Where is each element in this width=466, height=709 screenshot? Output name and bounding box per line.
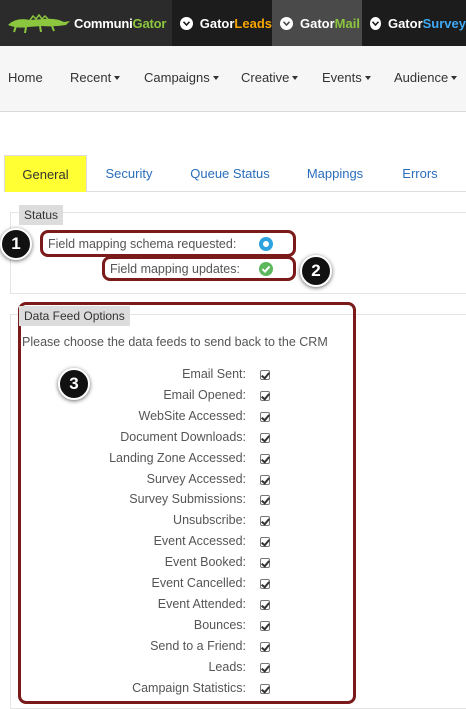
data-feed-label: Bounces: — [193, 618, 246, 632]
product-gatorsurvey[interactable]: Gator Survey — [362, 0, 466, 46]
communigator-logo[interactable]: CommuniGator — [0, 0, 172, 46]
nav-label: Events — [322, 70, 362, 85]
main-nav: Home Recent Campaigns Creative Events Au… — [0, 46, 466, 112]
data-feed-checkbox[interactable] — [260, 558, 270, 568]
data-feed-checkbox[interactable] — [260, 663, 270, 673]
nav-label: Audience — [394, 70, 449, 85]
tab-label: Errors — [402, 166, 438, 181]
data-feed-label: Send to a Friend: — [150, 639, 246, 653]
data-feed-label: Leads: — [208, 660, 246, 674]
callout-badge-3: 3 — [58, 368, 90, 400]
nav-campaigns[interactable]: Campaigns — [144, 70, 219, 85]
callout-badge-1: 1 — [0, 228, 32, 260]
data-feed-label: Event Booked: — [164, 555, 246, 569]
data-feed-label: WebSite Accessed: — [138, 409, 246, 423]
nav-label: Home — [8, 70, 43, 85]
alligator-logo-icon — [8, 13, 70, 34]
caret-down-icon — [292, 76, 299, 80]
data-feed-label: Email Opened: — [163, 388, 246, 402]
nav-creative[interactable]: Creative — [241, 70, 299, 85]
product-label-part2: Mail — [334, 15, 360, 31]
data-feed-label: Event Accessed: — [153, 534, 246, 548]
nav-home[interactable]: Home — [8, 70, 43, 85]
brand-name-part1: Communi — [74, 16, 133, 31]
data-feed-label: Event Cancelled: — [151, 576, 246, 590]
data-feed-label: Document Downloads: — [120, 430, 246, 444]
tab-security[interactable]: Security — [94, 155, 164, 192]
caret-down-icon — [451, 76, 458, 80]
data-feed-checkbox[interactable] — [260, 433, 270, 443]
data-feed-legend: Data Feed Options — [19, 306, 130, 326]
data-feed-checkbox[interactable] — [260, 370, 270, 380]
tab-label: Mappings — [306, 166, 364, 181]
data-feed-intro: Please choose the data feeds to send bac… — [22, 335, 328, 349]
data-feed-label: Unsubscribe: — [173, 513, 246, 527]
data-feed-checkbox[interactable] — [260, 495, 270, 505]
data-feed-checkbox[interactable] — [260, 642, 270, 652]
nav-recent[interactable]: Recent — [70, 70, 121, 85]
tab-general[interactable]: General — [4, 155, 87, 192]
data-feed-label: Survey Accessed: — [146, 472, 246, 486]
tab-errors[interactable]: Errors — [392, 155, 448, 192]
product-label-part2: Leads — [234, 15, 272, 31]
data-feed-checkbox[interactable] — [260, 412, 270, 422]
chevron-down-icon — [180, 16, 193, 30]
chevron-down-icon — [280, 16, 293, 30]
data-feed-label: Campaign Statistics: — [132, 681, 246, 695]
caret-down-icon — [212, 76, 219, 80]
callout-badge-2: 2 — [300, 255, 332, 287]
tab-queue-status[interactable]: Queue Status — [180, 155, 280, 192]
product-bar: CommuniGator Gator Leads Gator Mail Gator S… — [0, 0, 466, 46]
product-gatormail[interactable]: Gator Mail — [272, 0, 362, 46]
caret-down-icon — [114, 76, 121, 80]
product-label-part1: Gator — [300, 15, 335, 31]
nav-label: Campaigns — [144, 70, 210, 85]
status-legend: Status — [19, 205, 64, 225]
data-feed-checkbox[interactable] — [260, 684, 270, 694]
data-feed-checkbox[interactable] — [260, 600, 270, 610]
nav-label: Creative — [241, 70, 290, 85]
data-feed-label: Email Sent: — [182, 367, 246, 381]
data-feed-checkbox[interactable] — [260, 579, 270, 589]
data-feed-checkbox[interactable] — [260, 516, 270, 526]
product-gatorleads[interactable]: Gator Leads — [172, 0, 272, 46]
nav-label: Recent — [70, 70, 112, 85]
callout-highlight-1 — [40, 230, 296, 257]
chevron-down-icon — [370, 16, 381, 30]
tab-label: Security — [105, 166, 153, 181]
product-label-part1: Gator — [387, 15, 423, 31]
data-feed-checkbox[interactable] — [260, 537, 270, 547]
product-label-part1: Gator — [199, 15, 235, 31]
brand-name-part2: Gator — [132, 16, 167, 31]
settings-tabs: General Security Queue Status Mappings E… — [4, 155, 466, 192]
caret-down-icon — [364, 76, 371, 80]
product-label-part2: Survey — [422, 15, 466, 31]
nav-events[interactable]: Events — [322, 70, 371, 85]
data-feed-label: Event Attended: — [157, 597, 246, 611]
data-feed-label: Landing Zone Accessed: — [109, 451, 246, 465]
data-feed-checkbox[interactable] — [260, 621, 270, 631]
data-feed-checkbox[interactable] — [260, 454, 270, 464]
data-feed-label: Survey Submissions: — [129, 492, 246, 506]
callout-highlight-2 — [102, 256, 296, 281]
nav-audience[interactable]: Audience — [394, 70, 458, 85]
data-feed-checkbox[interactable] — [260, 475, 270, 485]
tab-mappings[interactable]: Mappings — [298, 155, 372, 192]
tab-label: General — [22, 166, 69, 182]
data-feed-checkbox[interactable] — [260, 391, 270, 401]
tab-label: Queue Status — [190, 166, 270, 181]
